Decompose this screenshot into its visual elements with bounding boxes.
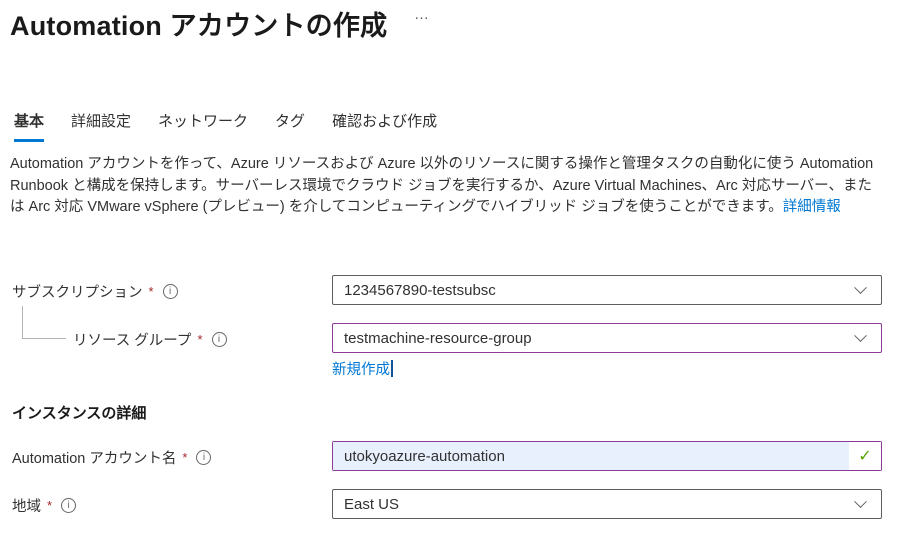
tab-advanced[interactable]: 詳細設定 <box>71 110 131 142</box>
wizard-tabs: 基本 詳細設定 ネットワーク タグ 確認および作成 <box>14 110 437 142</box>
info-icon[interactable]: i <box>212 332 227 347</box>
region-label-row: 地域 * i <box>12 496 76 514</box>
account-name-value: utokyoazure-automation <box>333 442 849 470</box>
region-label: 地域 <box>12 495 41 516</box>
required-asterisk: * <box>197 332 202 347</box>
page-description: Automation アカウントを作って、Azure リソースおよび Azure… <box>10 154 884 219</box>
account-name-label: Automation アカウント名 <box>12 447 176 468</box>
subscription-value: 1234567890-testsubsc <box>333 282 856 299</box>
resource-group-value: testmachine-resource-group <box>333 330 856 347</box>
account-name-input[interactable]: utokyoazure-automation ✓ <box>332 441 882 471</box>
create-new-link[interactable]: 新規作成 <box>332 358 390 379</box>
info-icon[interactable]: i <box>196 450 211 465</box>
tab-networking[interactable]: ネットワーク <box>158 110 248 142</box>
parent-child-connector-line <box>22 306 66 339</box>
info-icon[interactable]: i <box>163 284 178 299</box>
tab-basics[interactable]: 基本 <box>14 110 44 142</box>
chevron-down-icon <box>854 329 867 342</box>
text-cursor <box>391 360 393 377</box>
learn-more-link[interactable]: 詳細情報 <box>783 199 841 215</box>
instance-details-header: インスタンスの詳細 <box>12 402 146 423</box>
region-select[interactable]: East US <box>332 489 882 519</box>
resource-group-select[interactable]: testmachine-resource-group <box>332 323 882 353</box>
info-icon[interactable]: i <box>61 498 76 513</box>
required-asterisk: * <box>149 284 154 299</box>
check-icon: ✓ <box>858 446 871 466</box>
subscription-label-row: サブスクリプション * i <box>12 282 178 300</box>
tab-review-create[interactable]: 確認および作成 <box>332 110 437 142</box>
region-value: East US <box>333 496 856 513</box>
tab-tags[interactable]: タグ <box>275 110 305 142</box>
create-automation-account-page: Automation アカウントの作成 … 基本 詳細設定 ネットワーク タグ … <box>0 0 899 536</box>
subscription-select[interactable]: 1234567890-testsubsc <box>332 275 882 305</box>
required-asterisk: * <box>47 498 52 513</box>
resource-group-label: リソース グループ <box>73 329 191 350</box>
chevron-down-icon <box>854 281 867 294</box>
subscription-label: サブスクリプション <box>12 281 143 302</box>
validation-check-area: ✓ <box>849 442 881 470</box>
account-name-label-row: Automation アカウント名 * i <box>12 448 211 466</box>
resource-group-label-row: リソース グループ * i <box>73 330 227 348</box>
create-new-row: 新規作成 <box>332 358 393 379</box>
more-options-button[interactable]: … <box>414 6 431 23</box>
required-asterisk: * <box>182 450 187 465</box>
chevron-down-icon <box>854 495 867 508</box>
page-title: Automation アカウントの作成 <box>10 4 387 43</box>
description-text: Automation アカウントを作って、Azure リソースおよび Azure… <box>10 156 873 215</box>
